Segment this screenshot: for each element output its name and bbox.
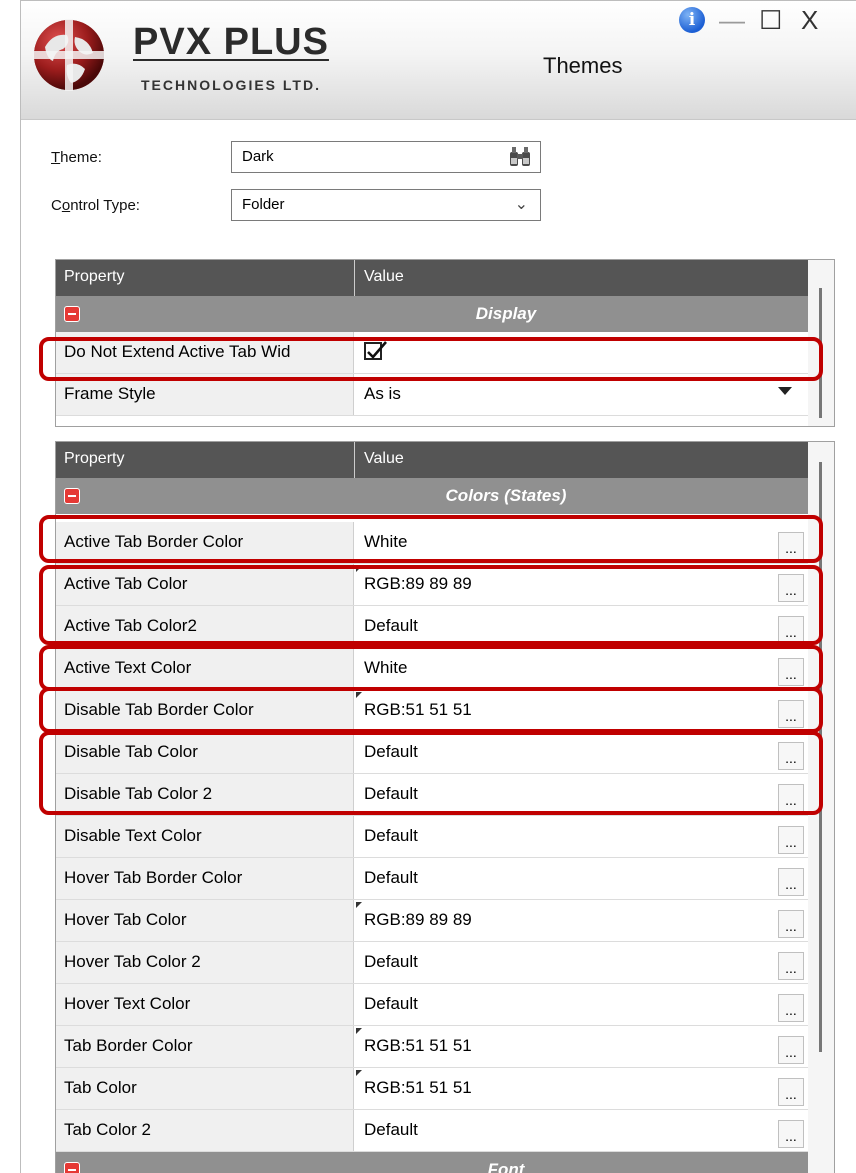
property-value: RGB:51 51 51 bbox=[364, 1036, 472, 1055]
property-name: Hover Tab Color bbox=[56, 900, 354, 941]
maximize-button[interactable]: ☐ bbox=[759, 5, 782, 35]
property-value: As is bbox=[364, 384, 401, 403]
group-row-font[interactable]: Font bbox=[56, 1152, 808, 1173]
property-name: Hover Tab Color 2 bbox=[56, 942, 354, 983]
pvx-globe-logo-icon bbox=[33, 19, 105, 91]
ellipsis-button[interactable]: ... bbox=[778, 868, 804, 896]
control-type-label-text: ntrol Type: bbox=[70, 197, 140, 214]
ellipsis-button[interactable]: ... bbox=[778, 952, 804, 980]
property-name: Hover Text Color bbox=[56, 984, 354, 1025]
col-property-header[interactable]: Property bbox=[64, 268, 124, 286]
chevron-down-icon[interactable]: ⌄ bbox=[515, 194, 528, 214]
property-row[interactable]: Hover Tab Color 2 Default... bbox=[56, 942, 808, 984]
property-name: Tab Border Color bbox=[56, 1026, 354, 1067]
theme-value: Dark bbox=[242, 148, 274, 165]
control-type-label-accel: o bbox=[61, 197, 71, 214]
highlight-box bbox=[39, 731, 823, 815]
control-type-select[interactable]: Folder ⌄ bbox=[231, 189, 541, 221]
property-value: Default bbox=[364, 826, 418, 845]
control-type-label-a: C bbox=[51, 197, 62, 214]
property-value: RGB:89 89 89 bbox=[364, 910, 472, 929]
ellipsis-button[interactable]: ... bbox=[778, 826, 804, 854]
brand-name: PVX PLUS bbox=[133, 21, 329, 63]
close-button[interactable]: X bbox=[801, 5, 818, 35]
property-row[interactable]: Tab Color 2 Default... bbox=[56, 1110, 808, 1152]
property-value: Default bbox=[364, 994, 418, 1013]
dropdown-arrow-icon[interactable] bbox=[778, 387, 792, 395]
highlight-box bbox=[39, 515, 823, 563]
ellipsis-button[interactable]: ... bbox=[778, 910, 804, 938]
col-value-header[interactable]: Value bbox=[364, 268, 404, 286]
column-separator[interactable] bbox=[354, 260, 355, 296]
group-row-colors-states[interactable]: Colors (States) bbox=[56, 478, 808, 514]
property-value: Default bbox=[364, 1120, 418, 1139]
property-row[interactable]: Hover Tab Color RGB:89 89 89... bbox=[56, 900, 808, 942]
window-header: PVX PLUS TECHNOLOGIES LTD. Themes i — ☐ … bbox=[21, 1, 856, 120]
modified-marker-icon bbox=[356, 902, 362, 908]
binoculars-icon[interactable] bbox=[508, 146, 532, 168]
col-value-header[interactable]: Value bbox=[364, 450, 404, 468]
brand-subtitle: TECHNOLOGIES LTD. bbox=[141, 77, 321, 93]
minimize-button[interactable]: — bbox=[719, 5, 745, 35]
theme-field[interactable]: Dark bbox=[231, 141, 541, 173]
grid-header: Property Value bbox=[56, 442, 808, 478]
ellipsis-button[interactable]: ... bbox=[778, 1078, 804, 1106]
ellipsis-button[interactable]: ... bbox=[778, 994, 804, 1022]
property-row[interactable]: Tab Border Color RGB:51 51 51... bbox=[56, 1026, 808, 1068]
property-row[interactable]: Hover Text Color Default... bbox=[56, 984, 808, 1026]
themes-window: PVX PLUS TECHNOLOGIES LTD. Themes i — ☐ … bbox=[20, 0, 856, 1173]
highlight-box bbox=[39, 565, 823, 645]
property-value: Default bbox=[364, 952, 418, 971]
group-name: Colors (States) bbox=[445, 486, 567, 505]
property-row[interactable]: Tab Color RGB:51 51 51... bbox=[56, 1068, 808, 1110]
property-name: Hover Tab Border Color bbox=[56, 858, 354, 899]
group-name: Font bbox=[487, 1160, 525, 1173]
property-name: Tab Color bbox=[56, 1068, 354, 1109]
control-type-label: Control Type: bbox=[51, 197, 140, 214]
group-row-display[interactable]: Display bbox=[56, 296, 808, 332]
highlight-box bbox=[39, 337, 823, 381]
modified-marker-icon bbox=[356, 1028, 362, 1034]
grid-header: Property Value bbox=[56, 260, 808, 296]
collapse-icon[interactable] bbox=[64, 488, 80, 504]
theme-label-text: heme: bbox=[60, 149, 102, 166]
highlight-box bbox=[39, 645, 823, 691]
window-title: Themes bbox=[543, 53, 623, 78]
control-type-value: Folder bbox=[242, 196, 285, 213]
property-value: Default bbox=[364, 868, 418, 887]
col-property-header[interactable]: Property bbox=[64, 450, 124, 468]
property-row[interactable]: Hover Tab Border Color Default... bbox=[56, 858, 808, 900]
property-row[interactable]: Disable Text Color Default... bbox=[56, 816, 808, 858]
ellipsis-button[interactable]: ... bbox=[778, 1036, 804, 1064]
highlight-box bbox=[39, 687, 823, 733]
property-name: Tab Color 2 bbox=[56, 1110, 354, 1151]
theme-label: Theme: bbox=[51, 149, 102, 166]
info-icon[interactable]: i bbox=[679, 7, 705, 33]
column-separator[interactable] bbox=[354, 442, 355, 478]
property-value: RGB:51 51 51 bbox=[364, 1078, 472, 1097]
group-name: Display bbox=[475, 304, 537, 323]
modified-marker-icon bbox=[356, 1070, 362, 1076]
theme-label-accel: T bbox=[51, 149, 61, 166]
ellipsis-button[interactable]: ... bbox=[778, 1120, 804, 1148]
property-name: Disable Text Color bbox=[56, 816, 354, 857]
collapse-icon[interactable] bbox=[64, 1162, 80, 1173]
collapse-icon[interactable] bbox=[64, 306, 80, 322]
